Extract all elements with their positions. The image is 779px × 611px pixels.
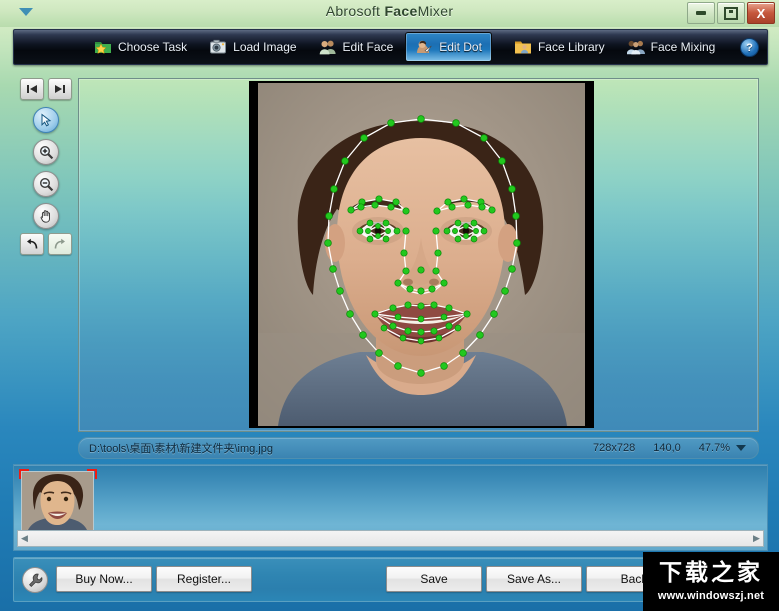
undo-button[interactable] <box>20 233 44 255</box>
maximize-icon <box>724 6 738 20</box>
select-tool[interactable] <box>33 107 59 133</box>
status-dimensions: 728x728 <box>593 442 636 454</box>
face-image-with-dots[interactable] <box>258 83 585 426</box>
zoom-out-tool[interactable] <box>33 171 59 197</box>
save-as-button[interactable]: Save As... <box>486 566 582 592</box>
face-landmark-overlay <box>258 83 585 426</box>
image-frame <box>249 81 594 428</box>
thumbnail-image <box>22 472 93 536</box>
tab-face-mixing[interactable]: Face Mixing <box>617 32 726 62</box>
watermark-url: www.windowszj.net <box>657 589 765 602</box>
watermark: 下载之家 www.windowszj.net <box>643 552 779 611</box>
magnifier-minus-icon <box>39 177 53 191</box>
tab-edit-face-label: Edit Face <box>342 40 394 54</box>
save-button[interactable]: Save <box>386 566 482 592</box>
selection-corner-top-left <box>19 469 29 479</box>
status-zoom-level: 47.7% <box>698 442 730 454</box>
status-bar: D:\tools\桌面\素材\新建文件夹\img.jpg 728x728 140… <box>78 437 759 459</box>
pan-tool[interactable] <box>33 203 59 229</box>
minimize-icon <box>696 11 706 15</box>
last-frame-button[interactable] <box>48 78 72 100</box>
title-bold: Face <box>384 3 418 19</box>
status-file-path: D:\tools\桌面\素材\新建文件夹\img.jpg <box>89 443 273 455</box>
tab-edit-face[interactable]: Edit Face <box>309 32 404 62</box>
window-title: Abrosoft FaceMixer <box>0 3 779 19</box>
close-icon: X <box>756 5 766 21</box>
skip-forward-icon <box>55 85 65 93</box>
title-suffix: Mixer <box>417 3 454 19</box>
tab-choose-task[interactable]: Choose Task <box>84 32 197 62</box>
main-toolbar: Choose Task Load Image Edit Face Edit Do… <box>13 29 768 65</box>
undo-arrow-icon <box>27 238 38 249</box>
settings-button[interactable] <box>22 567 48 593</box>
buy-now-button[interactable]: Buy Now... <box>56 566 152 592</box>
hand-icon <box>40 210 50 223</box>
help-icon: ? <box>746 41 753 54</box>
close-button[interactable]: X <box>747 2 775 24</box>
folder-person-icon <box>514 38 532 56</box>
three-people-icon <box>626 38 645 56</box>
two-people-icon <box>319 38 337 56</box>
tool-strip <box>20 78 72 255</box>
triangle-right-icon[interactable]: ▶ <box>750 533 763 544</box>
camera-icon <box>209 38 227 56</box>
help-button[interactable]: ? <box>740 38 759 57</box>
application-window: Abrosoft FaceMixer X Choose Task Load Im… <box>0 0 779 611</box>
redo-button[interactable] <box>48 233 72 255</box>
status-coordinates: 140,0 <box>653 442 681 454</box>
arrow-cursor-icon <box>41 113 52 127</box>
watermark-text: 下载之家 <box>659 559 763 586</box>
selection-corner-top-right <box>87 469 97 479</box>
maximize-button[interactable] <box>717 2 745 24</box>
tab-face-library-label: Face Library <box>537 40 605 54</box>
thumbnail-panel: ◀ ▶ <box>13 464 768 551</box>
zoom-dropdown-button[interactable] <box>736 445 746 451</box>
redo-arrow-icon <box>54 238 65 249</box>
first-frame-button[interactable] <box>20 78 44 100</box>
thumbnail-scrollbar[interactable]: ◀ ▶ <box>17 530 764 547</box>
tab-face-mixing-label: Face Mixing <box>650 40 716 54</box>
tab-edit-dot-label: Edit Dot <box>439 40 482 54</box>
title-bar: Abrosoft FaceMixer X <box>0 0 779 27</box>
skip-back-icon <box>27 85 37 93</box>
wrench-icon <box>28 573 42 587</box>
tab-choose-task-label: Choose Task <box>118 40 188 54</box>
window-controls: X <box>687 2 775 24</box>
face-thumbnail-1[interactable] <box>21 471 94 537</box>
tab-edit-dot[interactable]: Edit Dot <box>405 32 492 62</box>
minimize-button[interactable] <box>687 2 715 24</box>
tab-load-image[interactable]: Load Image <box>199 32 306 62</box>
folder-star-icon <box>94 38 112 56</box>
face-pointer-icon <box>415 38 433 56</box>
magnifier-plus-icon <box>39 145 53 159</box>
triangle-left-icon[interactable]: ◀ <box>18 533 31 544</box>
zoom-in-tool[interactable] <box>33 139 59 165</box>
tab-load-image-label: Load Image <box>233 40 297 54</box>
tab-face-library[interactable]: Face Library <box>504 32 615 62</box>
image-canvas[interactable] <box>78 78 759 432</box>
title-prefix: Abrosoft <box>325 3 385 19</box>
register-button[interactable]: Register... <box>156 566 252 592</box>
